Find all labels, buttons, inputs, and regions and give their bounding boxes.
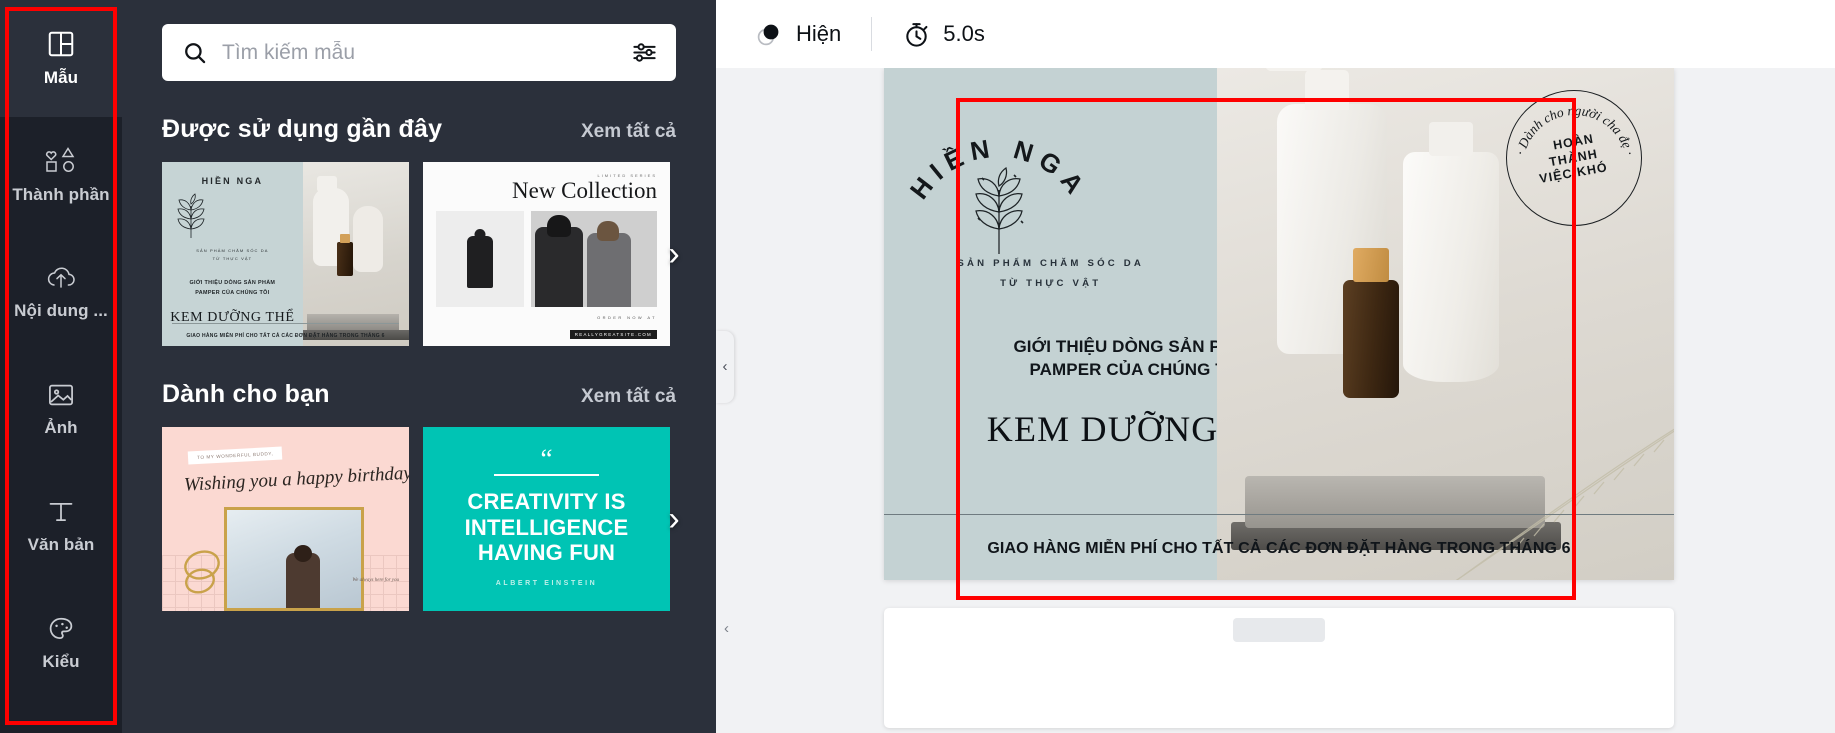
template-card-quote[interactable]: “ CREATIVITY IS INTELLIGENCE HAVING FUN …: [423, 427, 670, 611]
search-area: [122, 0, 716, 81]
quote-rule: [494, 474, 599, 477]
design-brand-logo: HIỀN NGA: [884, 122, 1217, 254]
see-all-recent-link[interactable]: Xem tất cả: [581, 121, 676, 143]
quote-author: ALBERT EINSTEIN: [495, 579, 598, 587]
thumb-site: REALLYGREATSITE.COM: [436, 323, 657, 341]
filter-sliders-icon[interactable]: [631, 39, 658, 66]
rail-item-styles[interactable]: Kiểu: [0, 585, 122, 702]
design-stamp-badge: · Dành cho người cha đẹ · HOÀN THÀNH VIỆ…: [1506, 90, 1642, 226]
canva-editor: Mẫu Thành phần Nội dung ... Ảnh Văn bản …: [0, 0, 1835, 733]
stopwatch-icon: [902, 20, 931, 49]
design-divider: [884, 514, 1674, 515]
left-tool-rail: Mẫu Thành phần Nội dung ... Ảnh Văn bản …: [0, 0, 122, 733]
rail-label-styles: Kiểu: [42, 652, 80, 671]
quote-text: CREATIVITY IS INTELLIGENCE HAVING FUN: [464, 489, 629, 565]
section-header-recent: Được sử dụng gần đây Xem tất cả: [122, 115, 716, 144]
templates-panel: Được sử dụng gần đây Xem tất cả HIỀN NGA: [122, 0, 716, 733]
page-placeholder-pill: [1233, 618, 1325, 642]
section-title-foryou: Dành cho bạn: [162, 380, 330, 408]
rail-item-templates[interactable]: Mẫu: [0, 0, 122, 117]
carousel-next-recent[interactable]: ›: [654, 234, 694, 274]
carousel-next-foryou[interactable]: ›: [654, 499, 694, 539]
rail-item-uploads[interactable]: Nội dung ...: [0, 234, 122, 351]
canvas-stage: Hiện 5.0s ‹ HIỀN NGA SẢN PHẨM CHĂM SÓC D…: [716, 0, 1835, 733]
search-icon: [182, 40, 208, 66]
search-box[interactable]: [162, 24, 676, 81]
rail-item-elements[interactable]: Thành phần: [0, 117, 122, 234]
canvas-topbar: Hiện 5.0s: [716, 0, 1835, 68]
rail-label-photos: Ảnh: [44, 418, 78, 437]
search-input[interactable]: [222, 40, 617, 65]
photo-icon: [46, 381, 76, 409]
thumb-title: New Collection: [512, 178, 657, 203]
next-page-card[interactable]: [884, 608, 1674, 728]
animate-circles-icon: [754, 19, 784, 49]
thumb-photo-left: [436, 211, 525, 307]
rail-label-uploads: Nội dung ...: [14, 301, 108, 320]
thumb-brand: HIỀN NGA: [201, 176, 264, 186]
section-title-recent: Được sử dụng gần đây: [162, 115, 443, 143]
leaf-illustration-icon: [162, 188, 303, 242]
design-left-panel: HIỀN NGA SẢN PHẨM CHĂM SÓC DA TỪ THỰC VẬ…: [884, 68, 1300, 580]
cards-row-recent: HIỀN NGA SẢN PHẨM CHĂM SÓC DA TỪ THỰC VẬ…: [122, 162, 716, 346]
section-header-foryou: Dành cho bạn Xem tất cả: [122, 380, 716, 409]
thumb-order-text: ORDER NOW AT: [597, 315, 657, 320]
template-card-fashion[interactable]: LIMITED SERIES New Collection ORDER NOW …: [423, 162, 670, 346]
stage-prev-arrow[interactable]: ‹: [724, 620, 729, 637]
rail-label-elements: Thành phần: [12, 185, 110, 204]
upload-cloud-icon: [45, 264, 77, 292]
animate-label: Hiện: [796, 21, 842, 46]
thumb-intro: GIỚI THIỆU DÒNG SẢN PHẨM PAMPER CỦA CHÚN…: [189, 280, 276, 297]
cards-row-foryou: TO MY WONDERFUL BUDDY, Wishing you a hap…: [122, 427, 716, 611]
rail-item-photos[interactable]: Ảnh: [0, 351, 122, 468]
elements-icon: [44, 146, 78, 176]
text-icon: [47, 498, 75, 526]
toolbar-divider: [871, 17, 873, 51]
timing-button[interactable]: 5.0s: [886, 12, 1001, 57]
rail-label-text: Văn bản: [27, 535, 95, 554]
rail-item-text[interactable]: Văn bản: [0, 468, 122, 585]
thumb-footer: GIAO HÀNG MIỄN PHÍ CHO TẤT CẢ CÁC ĐƠN ĐẶ…: [186, 333, 385, 339]
thumb-tag: TO MY WONDERFUL BUDDY,: [187, 446, 283, 465]
timer-label: 5.0s: [943, 21, 985, 46]
see-all-foryou-link[interactable]: Xem tất cả: [581, 386, 676, 408]
rail-label-templates: Mẫu: [43, 68, 79, 87]
template-card-birthday[interactable]: TO MY WONDERFUL BUDDY, Wishing you a hap…: [162, 427, 409, 611]
quote-mark: “: [540, 444, 553, 475]
animate-button[interactable]: Hiện: [738, 11, 857, 57]
thumb-photo-right: [531, 211, 657, 307]
thumb-photo-frame: [224, 507, 364, 611]
design-footer: GIAO HÀNG MIỄN PHÍ CHO TẤT CẢ CÁC ĐƠN ĐẶ…: [987, 540, 1571, 557]
panel-collapse-handle[interactable]: ‹: [716, 330, 734, 403]
thumb-note: We always here for you: [352, 578, 399, 583]
thumb-subtitle: SẢN PHẨM CHĂM SÓC DA TỪ THỰC VẬT: [196, 248, 269, 261]
template-card-skincare[interactable]: HIỀN NGA SẢN PHẨM CHĂM SÓC DA TỪ THỰC VẬ…: [162, 162, 409, 346]
styles-palette-icon: [46, 615, 76, 643]
design-page[interactable]: HIỀN NGA SẢN PHẨM CHĂM SÓC DA TỪ THỰC VẬ…: [884, 68, 1674, 580]
design-subtitle: SẢN PHẨM CHĂM SÓC DA TỪ THỰC VẬT: [957, 258, 1144, 289]
thumb-script: Wishing you a happy birthday!: [183, 462, 409, 496]
templates-icon: [46, 29, 76, 59]
